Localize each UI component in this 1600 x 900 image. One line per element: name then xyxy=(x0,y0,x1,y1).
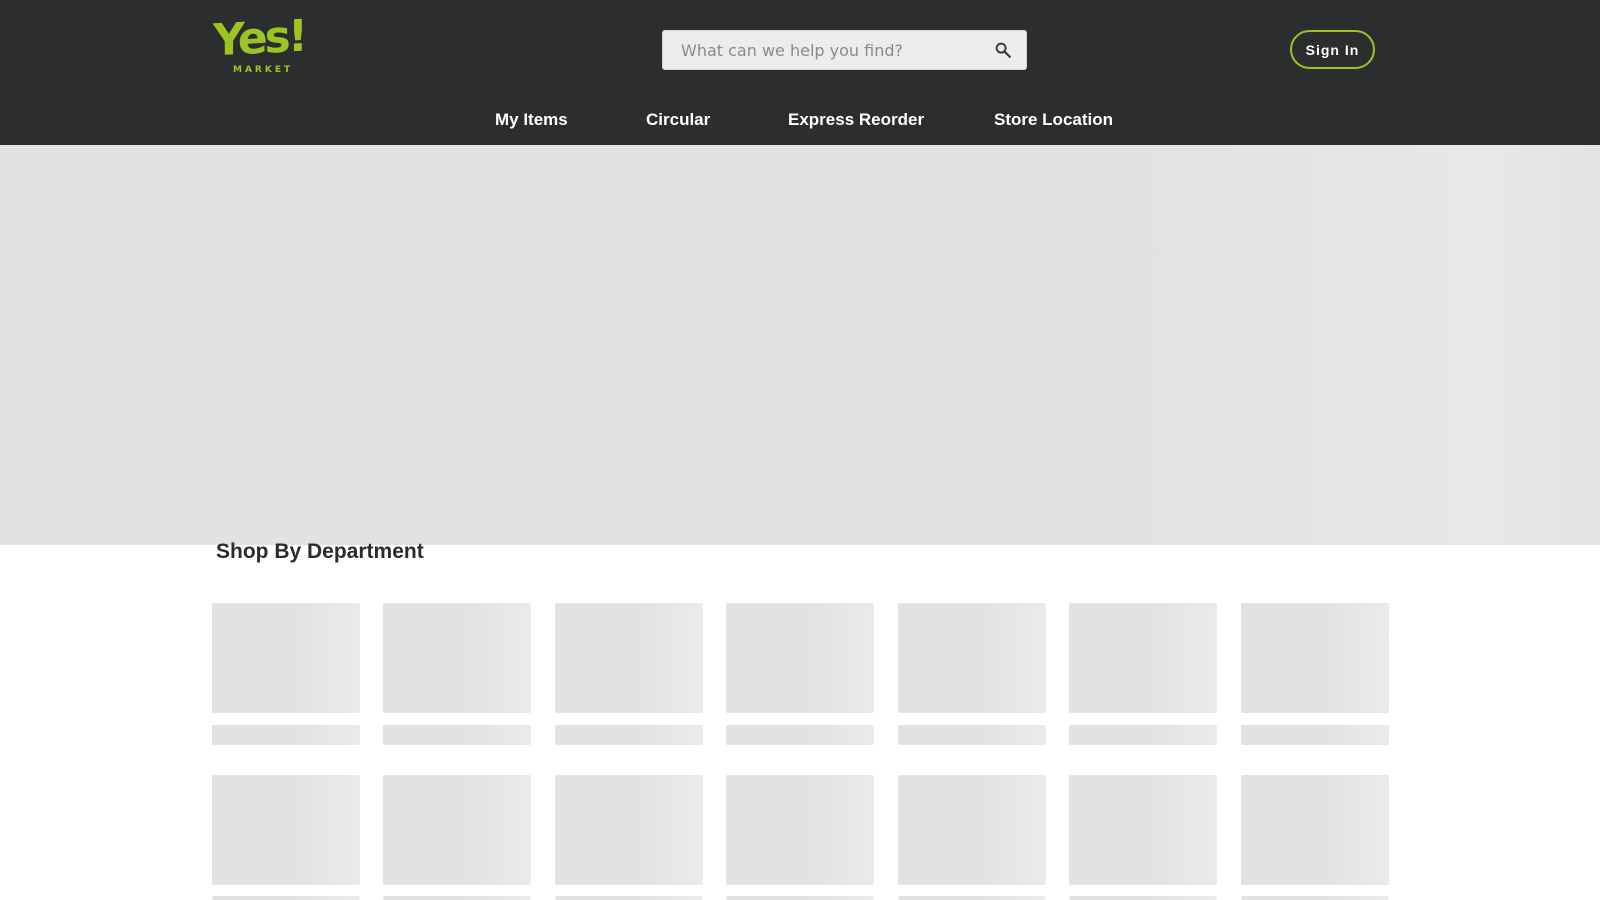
department-label-placeholder xyxy=(898,896,1046,900)
search-button[interactable] xyxy=(988,35,1018,65)
logo-subtitle: MARKET xyxy=(233,65,294,75)
site-header: Yes! MARKET Sign In My Items Circular Ex… xyxy=(0,0,1600,145)
department-tile-placeholder[interactable] xyxy=(555,775,703,885)
department-label-placeholder xyxy=(383,725,531,745)
department-label-placeholder xyxy=(726,725,874,745)
department-label-placeholder xyxy=(898,725,1046,745)
department-tile-placeholder[interactable] xyxy=(1241,775,1389,885)
yes-market-logo[interactable]: Yes! MARKET xyxy=(213,10,305,78)
department-tile-placeholder[interactable] xyxy=(383,603,531,713)
department-label-placeholder xyxy=(555,896,703,900)
nav-item-store-location[interactable]: Store Location xyxy=(994,110,1113,130)
department-label-placeholder xyxy=(212,896,360,900)
sign-in-button[interactable]: Sign In xyxy=(1290,30,1375,69)
nav-item-circular[interactable]: Circular xyxy=(646,110,710,130)
department-label-placeholder xyxy=(212,725,360,745)
search-bar xyxy=(662,30,1027,70)
nav-item-my-items[interactable]: My Items xyxy=(495,110,568,130)
department-label-placeholder xyxy=(1241,896,1389,900)
search-icon xyxy=(995,42,1011,58)
department-tile-placeholder[interactable] xyxy=(555,603,703,713)
department-label-placeholder xyxy=(726,896,874,900)
main-nav: My Items Circular Express Reorder Store … xyxy=(0,104,1600,138)
department-tile-placeholder[interactable] xyxy=(383,775,531,885)
department-label-placeholder xyxy=(1069,896,1217,900)
department-tile-placeholder[interactable] xyxy=(726,603,874,713)
department-tile-placeholder[interactable] xyxy=(726,775,874,885)
logo-wordmark: Yes! xyxy=(213,10,305,67)
shop-by-department-heading: Shop By Department xyxy=(216,540,424,563)
hero-banner-placeholder xyxy=(0,145,1600,545)
department-tile-placeholder[interactable] xyxy=(212,603,360,713)
department-tile-placeholder[interactable] xyxy=(212,775,360,885)
search-input[interactable] xyxy=(663,31,981,69)
department-tile-placeholder[interactable] xyxy=(898,603,1046,713)
department-label-placeholder xyxy=(383,896,531,900)
department-tile-placeholder[interactable] xyxy=(1069,775,1217,885)
department-tile-placeholder[interactable] xyxy=(1069,603,1217,713)
department-label-placeholder xyxy=(555,725,703,745)
department-tile-placeholder[interactable] xyxy=(1241,603,1389,713)
department-label-placeholder xyxy=(1241,725,1389,745)
nav-item-express-reorder[interactable]: Express Reorder xyxy=(788,110,924,130)
department-label-placeholder xyxy=(1069,725,1217,745)
department-tile-placeholder[interactable] xyxy=(898,775,1046,885)
